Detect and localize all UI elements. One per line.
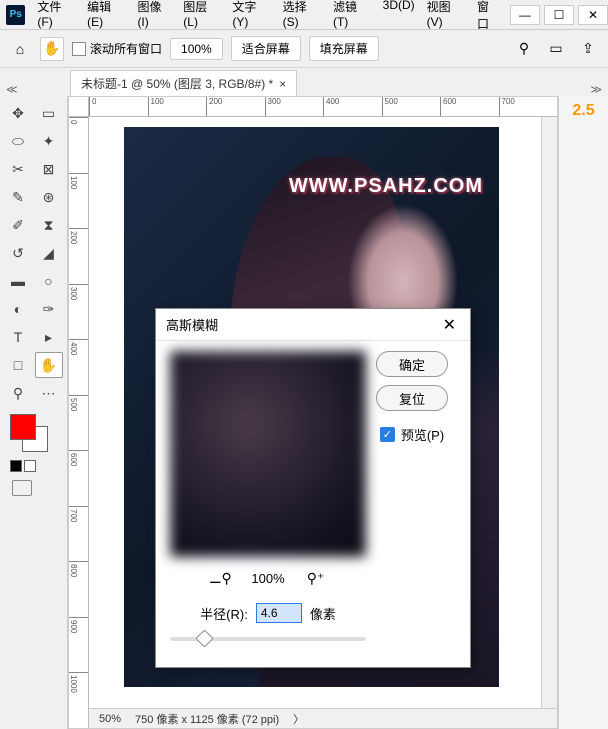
ok-button[interactable]: 确定 <box>376 351 448 377</box>
share-icon[interactable]: ⇪ <box>576 37 600 61</box>
menu-view[interactable]: 视图(V) <box>421 0 471 32</box>
clone-tool[interactable]: ⧗ <box>35 212 63 238</box>
preview-zoom-label: 100% <box>251 571 284 586</box>
radius-unit: 像素 <box>310 604 336 623</box>
doc-tab-title: 未标题-1 @ 50% (图层 3, RGB/8#) * <box>81 75 273 92</box>
gaussian-blur-dialog: 高斯模糊 ✕ ⚊⚲ 100% ⚲⁺ 半径(R): 像素 确定 复位 ✓ <box>155 308 471 668</box>
scroll-all-label: 滚动所有窗口 <box>90 40 162 57</box>
ruler-origin[interactable] <box>69 97 89 117</box>
zoom-out-icon[interactable]: ⚊⚲ <box>209 567 231 589</box>
right-panel: 2.5 <box>558 96 608 729</box>
default-colors-icon[interactable] <box>10 460 22 472</box>
history-brush-tool[interactable]: ↺ <box>4 240 32 266</box>
gradient-tool[interactable]: ▬ <box>4 268 32 294</box>
lasso-tool[interactable]: ⬭ <box>4 128 32 154</box>
dialog-close-button[interactable]: ✕ <box>439 315 460 335</box>
tools-panel: ✥ ▭ ⬭ ✦ ✂ ⊠ ✎ ⊛ ✐ ⧗ ↺ ◢ ▬ ○ ◐ ✑ T ▸ □ ✋ … <box>0 96 68 729</box>
foreground-color[interactable] <box>10 414 36 440</box>
dialog-title: 高斯模糊 <box>166 315 218 334</box>
menu-window[interactable]: 窗口 <box>471 0 506 32</box>
checkbox-icon <box>72 42 86 56</box>
window-controls: — ☐ ✕ <box>506 5 608 25</box>
healing-tool[interactable]: ⊛ <box>35 184 63 210</box>
brush-tool[interactable]: ✐ <box>4 212 32 238</box>
pen-tool[interactable]: ✑ <box>35 296 63 322</box>
frame-tool[interactable]: ⊠ <box>35 156 63 182</box>
menu-type[interactable]: 文字(Y) <box>226 0 276 32</box>
menu-image[interactable]: 图像(I) <box>131 0 177 32</box>
status-doc-info[interactable]: 750 像素 x 1125 像素 (72 ppi) <box>135 711 279 727</box>
fill-screen-button[interactable]: 填充屏幕 <box>309 36 379 61</box>
document-tab[interactable]: 未标题-1 @ 50% (图层 3, RGB/8#) * × <box>70 70 297 96</box>
home-icon[interactable]: ⌂ <box>8 37 32 61</box>
magic-wand-tool[interactable]: ✦ <box>35 128 63 154</box>
more-tools[interactable]: ⋯ <box>35 380 63 406</box>
status-zoom[interactable]: 50% <box>99 713 121 725</box>
app-logo: Ps <box>6 5 25 25</box>
reset-button[interactable]: 复位 <box>376 385 448 411</box>
hand-tool-preset[interactable]: ✋ <box>40 37 64 61</box>
quick-mask-toggle[interactable] <box>12 480 32 496</box>
maximize-button[interactable]: ☐ <box>544 5 574 25</box>
rectangle-tool[interactable]: □ <box>4 352 32 378</box>
zoom-input[interactable]: 100% <box>170 38 223 60</box>
dialog-titlebar[interactable]: 高斯模糊 ✕ <box>156 309 470 341</box>
eyedropper-tool[interactable]: ✎ <box>4 184 32 210</box>
radius-slider[interactable] <box>170 637 366 641</box>
title-bar: Ps 文件(F) 编辑(E) 图像(I) 图层(L) 文字(Y) 选择(S) 滤… <box>0 0 608 30</box>
watermark-text: WWW.PSAHZ.COM <box>289 175 483 198</box>
search-icon[interactable]: ⚲ <box>512 37 536 61</box>
collapse-right-icon[interactable]: ≫ <box>590 83 602 96</box>
status-bar: 50% 750 像素 x 1125 像素 (72 ppi) 〉 <box>89 708 557 728</box>
slider-thumb[interactable] <box>195 629 213 647</box>
document-tabs: ≪ 未标题-1 @ 50% (图层 3, RGB/8#) * × ≫ <box>0 68 608 96</box>
path-selection-tool[interactable]: ▸ <box>35 324 63 350</box>
preview-checkbox[interactable]: ✓ 预览(P) <box>380 425 444 444</box>
marquee-tool[interactable]: ▭ <box>35 100 63 126</box>
menu-layer[interactable]: 图层(L) <box>177 0 226 32</box>
crop-tool[interactable]: ✂ <box>4 156 32 182</box>
close-tab-icon[interactable]: × <box>279 77 286 91</box>
zoom-in-icon[interactable]: ⚲⁺ <box>305 567 327 589</box>
menu-edit[interactable]: 编辑(E) <box>81 0 131 32</box>
menu-3d[interactable]: 3D(D) <box>377 0 421 32</box>
horizontal-ruler[interactable]: 0100200300400500600700 <box>89 97 557 117</box>
menu-select[interactable]: 选择(S) <box>277 0 327 32</box>
eraser-tool[interactable]: ◢ <box>35 240 63 266</box>
zoom-tool[interactable]: ⚲ <box>4 380 32 406</box>
options-bar: ⌂ ✋ 滚动所有窗口 100% 适合屏幕 填充屏幕 ⚲ ▭ ⇪ <box>0 30 608 68</box>
preview-label: 预览(P) <box>401 425 444 444</box>
type-tool[interactable]: T <box>4 324 32 350</box>
swap-colors-icon[interactable] <box>24 460 36 472</box>
fit-screen-button[interactable]: 适合屏幕 <box>231 36 301 61</box>
move-tool[interactable]: ✥ <box>4 100 32 126</box>
blur-tool[interactable]: ○ <box>35 268 63 294</box>
minimize-button[interactable]: — <box>510 5 540 25</box>
checkbox-checked-icon: ✓ <box>380 427 395 442</box>
collapse-icon[interactable]: ≪ <box>6 83 18 96</box>
radius-label: 半径(R): <box>200 604 248 623</box>
workspace-icon[interactable]: ▭ <box>544 37 568 61</box>
vertical-ruler[interactable]: 01002003004005006007008009001000 <box>69 117 89 728</box>
vertical-scrollbar[interactable] <box>541 117 557 708</box>
version-badge: 2.5 <box>572 102 594 120</box>
main-menu: 文件(F) 编辑(E) 图像(I) 图层(L) 文字(Y) 选择(S) 滤镜(T… <box>31 0 506 32</box>
color-swatch[interactable] <box>10 414 58 454</box>
status-chevron-icon[interactable]: 〉 <box>293 711 304 727</box>
menu-filter[interactable]: 滤镜(T) <box>327 0 377 32</box>
hand-tool[interactable]: ✋ <box>35 352 63 378</box>
scroll-all-checkbox[interactable]: 滚动所有窗口 <box>72 40 162 57</box>
blur-preview[interactable] <box>170 351 366 557</box>
radius-input[interactable] <box>256 603 302 623</box>
close-button[interactable]: ✕ <box>578 5 608 25</box>
menu-file[interactable]: 文件(F) <box>31 0 81 32</box>
dodge-tool[interactable]: ◐ <box>4 296 32 322</box>
